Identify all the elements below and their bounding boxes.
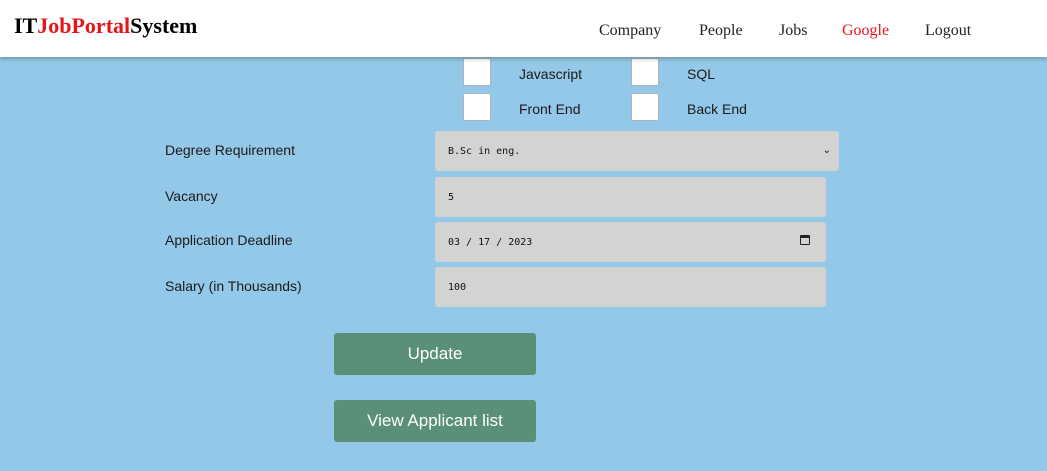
brand-part-system: System xyxy=(130,13,198,38)
view-applicant-list-button[interactable]: View Applicant list xyxy=(334,400,536,442)
vacancy-label: Vacancy xyxy=(165,188,218,204)
brand-part-it: IT xyxy=(14,13,38,38)
deadline-label: Application Deadline xyxy=(165,232,293,248)
frontend-label: Front End xyxy=(519,101,581,117)
backend-label: Back End xyxy=(687,101,747,117)
degree-select[interactable]: B.Sc in eng. ⌄ xyxy=(435,131,839,171)
update-button[interactable]: Update xyxy=(334,333,536,375)
sql-label: SQL xyxy=(687,66,716,82)
frontend-checkbox[interactable] xyxy=(463,93,491,121)
javascript-label: Javascript xyxy=(519,66,583,82)
nav-people[interactable]: People xyxy=(699,22,743,40)
vacancy-input[interactable]: 5 xyxy=(435,177,826,217)
salary-input[interactable]: 100 xyxy=(435,267,826,307)
chevron-down-icon: ⌄ xyxy=(822,145,831,156)
salary-label: Salary (in Thousands) xyxy=(165,278,302,294)
deadline-date-input[interactable]: 03 / 17 / 2023 xyxy=(435,222,826,262)
deadline-value: 03 / 17 / 2023 xyxy=(448,236,533,248)
degree-value: B.Sc in eng. xyxy=(448,145,521,157)
brand-part-jobportal: JobPortal xyxy=(37,13,131,38)
nav-logout[interactable]: Logout xyxy=(925,22,971,40)
salary-value: 100 xyxy=(448,281,467,293)
nav-google[interactable]: Google xyxy=(842,22,889,40)
degree-label: Degree Requirement xyxy=(165,142,295,158)
sql-checkbox[interactable] xyxy=(631,58,659,86)
javascript-checkbox[interactable] xyxy=(463,58,491,86)
brand-logo[interactable]: ITJobPortalSystem xyxy=(14,13,197,39)
navbar: ITJobPortalSystem Company People Jobs Go… xyxy=(0,0,1047,57)
backend-checkbox[interactable] xyxy=(631,93,659,121)
nav-company[interactable]: Company xyxy=(599,22,661,40)
vacancy-value: 5 xyxy=(448,191,455,203)
calendar-icon[interactable] xyxy=(800,235,810,245)
nav-jobs[interactable]: Jobs xyxy=(779,22,807,40)
